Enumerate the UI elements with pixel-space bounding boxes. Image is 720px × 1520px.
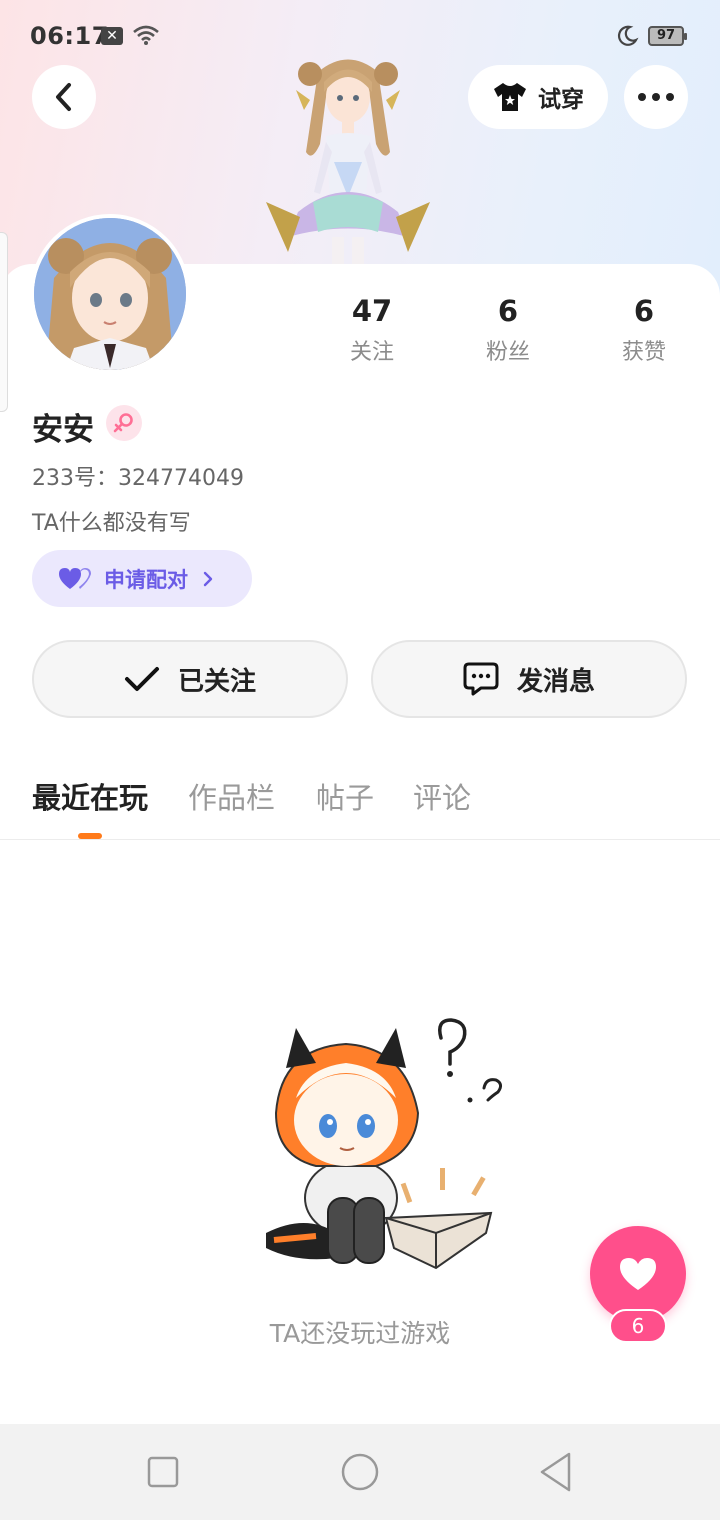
like-count: 6: [609, 1309, 667, 1343]
avatar-portrait: [34, 218, 186, 370]
user-id: 233号：324774049: [32, 466, 244, 491]
battery-level: 97: [656, 28, 676, 43]
match-request-label: 申请配对: [104, 567, 188, 592]
avatar-3d-character[interactable]: [258, 52, 438, 267]
female-gender-icon: [106, 405, 142, 441]
back-nav-icon[interactable]: [538, 1446, 574, 1498]
chevron-right-icon: [203, 571, 213, 586]
back-button[interactable]: [32, 65, 96, 129]
stat-followers[interactable]: 6 粉丝: [448, 294, 568, 366]
match-request-button[interactable]: 申请配对: [32, 550, 252, 607]
status-time: 06:17: [30, 22, 109, 50]
heart-icon: [620, 1258, 656, 1290]
avatar[interactable]: [30, 214, 190, 374]
empty-state-illustration: [266, 1018, 503, 1270]
recent-apps-icon[interactable]: [147, 1446, 179, 1498]
double-heart-icon: [59, 567, 91, 589]
tab-comments[interactable]: 评论: [413, 775, 471, 817]
chevron-left-icon: [56, 83, 71, 111]
tab-works[interactable]: 作品栏: [188, 775, 275, 817]
wifi-icon: [133, 25, 159, 45]
more-button[interactable]: [624, 65, 688, 129]
stat-following[interactable]: 47 关注: [312, 294, 432, 366]
tshirt-icon: [494, 83, 526, 111]
try-on-button[interactable]: 试穿: [468, 65, 608, 129]
stat-value: 6: [633, 294, 655, 328]
side-drawer-handle[interactable]: [0, 232, 8, 412]
nickname: 安安: [32, 412, 94, 448]
home-icon[interactable]: [340, 1446, 380, 1498]
stat-value: 6: [497, 294, 519, 328]
stat-value: 47: [351, 294, 393, 328]
stat-label: 粉丝: [485, 340, 530, 365]
chat-bubble-icon: [463, 662, 499, 696]
like-button[interactable]: [590, 1226, 686, 1322]
tab-recently-played[interactable]: 最近在玩: [32, 775, 148, 817]
try-on-label: 试穿: [538, 87, 584, 113]
profile-stats: 47 关注 6 粉丝 6 获赞: [304, 294, 712, 374]
send-message-button[interactable]: 发消息: [371, 640, 687, 718]
following-label: 已关注: [177, 666, 256, 697]
system-nav-bar: [0, 1424, 720, 1520]
status-bar: 06:17 ✕ 97: [0, 0, 720, 72]
stat-label: 关注: [349, 340, 394, 365]
checkmark-icon: [124, 667, 159, 691]
active-tab-indicator: [78, 833, 102, 839]
moon-icon: [618, 25, 639, 46]
bio: TA什么都没有写: [32, 511, 191, 536]
battery-indicator: 97: [648, 26, 687, 46]
send-message-label: 发消息: [516, 666, 595, 697]
tab-posts[interactable]: 帖子: [316, 775, 374, 817]
stat-label: 获赞: [621, 340, 666, 365]
stat-likes[interactable]: 6 获赞: [584, 294, 704, 366]
close-box-icon: ✕: [101, 27, 123, 45]
more-horizontal-icon: [638, 93, 674, 101]
profile-tabs: 最近在玩 作品栏 帖子 评论: [0, 775, 720, 840]
following-button[interactable]: 已关注: [32, 640, 348, 718]
